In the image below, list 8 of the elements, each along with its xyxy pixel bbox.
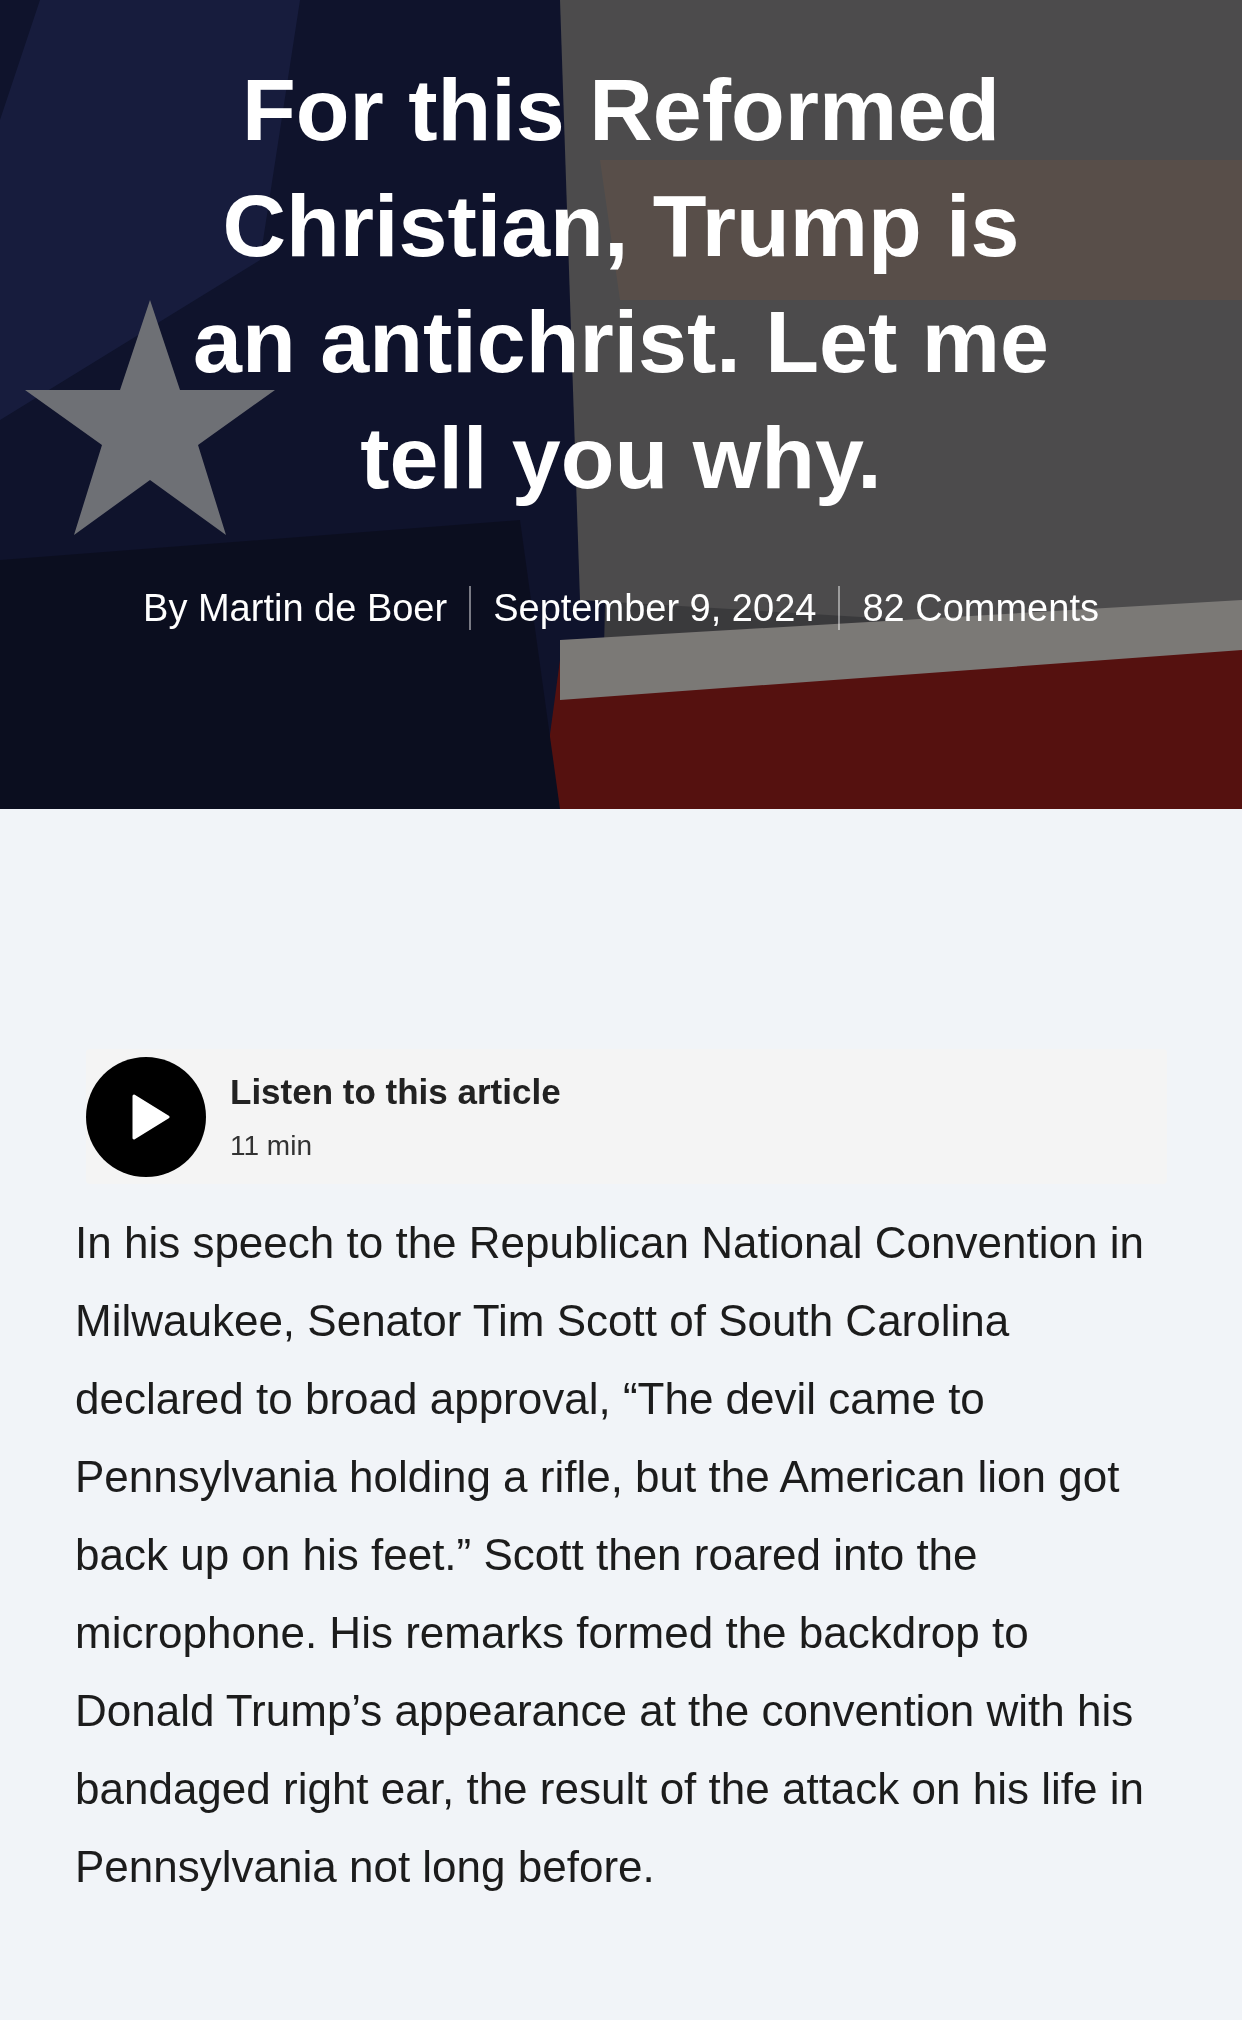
- article-meta: By Martin de Boer: [142, 586, 449, 630]
- article-paragraph: In his speech to the Republican National Convention in Milwaukee, Senator Tim Scott of South Carolina declared to broad approval, “The devil came to Pennsylvania holding a rifle, but the American lion got back up on his feet.” Scott then roared into the microphone. His remarks formed the backdrop to Donald Trump’s appearance at the convention with his bandaged right ear, the result of the attack on his life in Pennsylvania not long before.: [75, 1217, 1145, 1893]
- listen-label: Listen to this article: [230, 1071, 561, 1112]
- play-icon: [130, 1093, 170, 1140]
- article-title: For this Reformed Christian, Trump is an antichrist. Let me tell you why.: [192, 59, 1050, 509]
- audio-duration: 11 min: [230, 1129, 313, 1162]
- article-meta: September 9, 2024: [469, 586, 839, 630]
- article-meta[interactable]: 82 Comments: [838, 586, 1121, 630]
